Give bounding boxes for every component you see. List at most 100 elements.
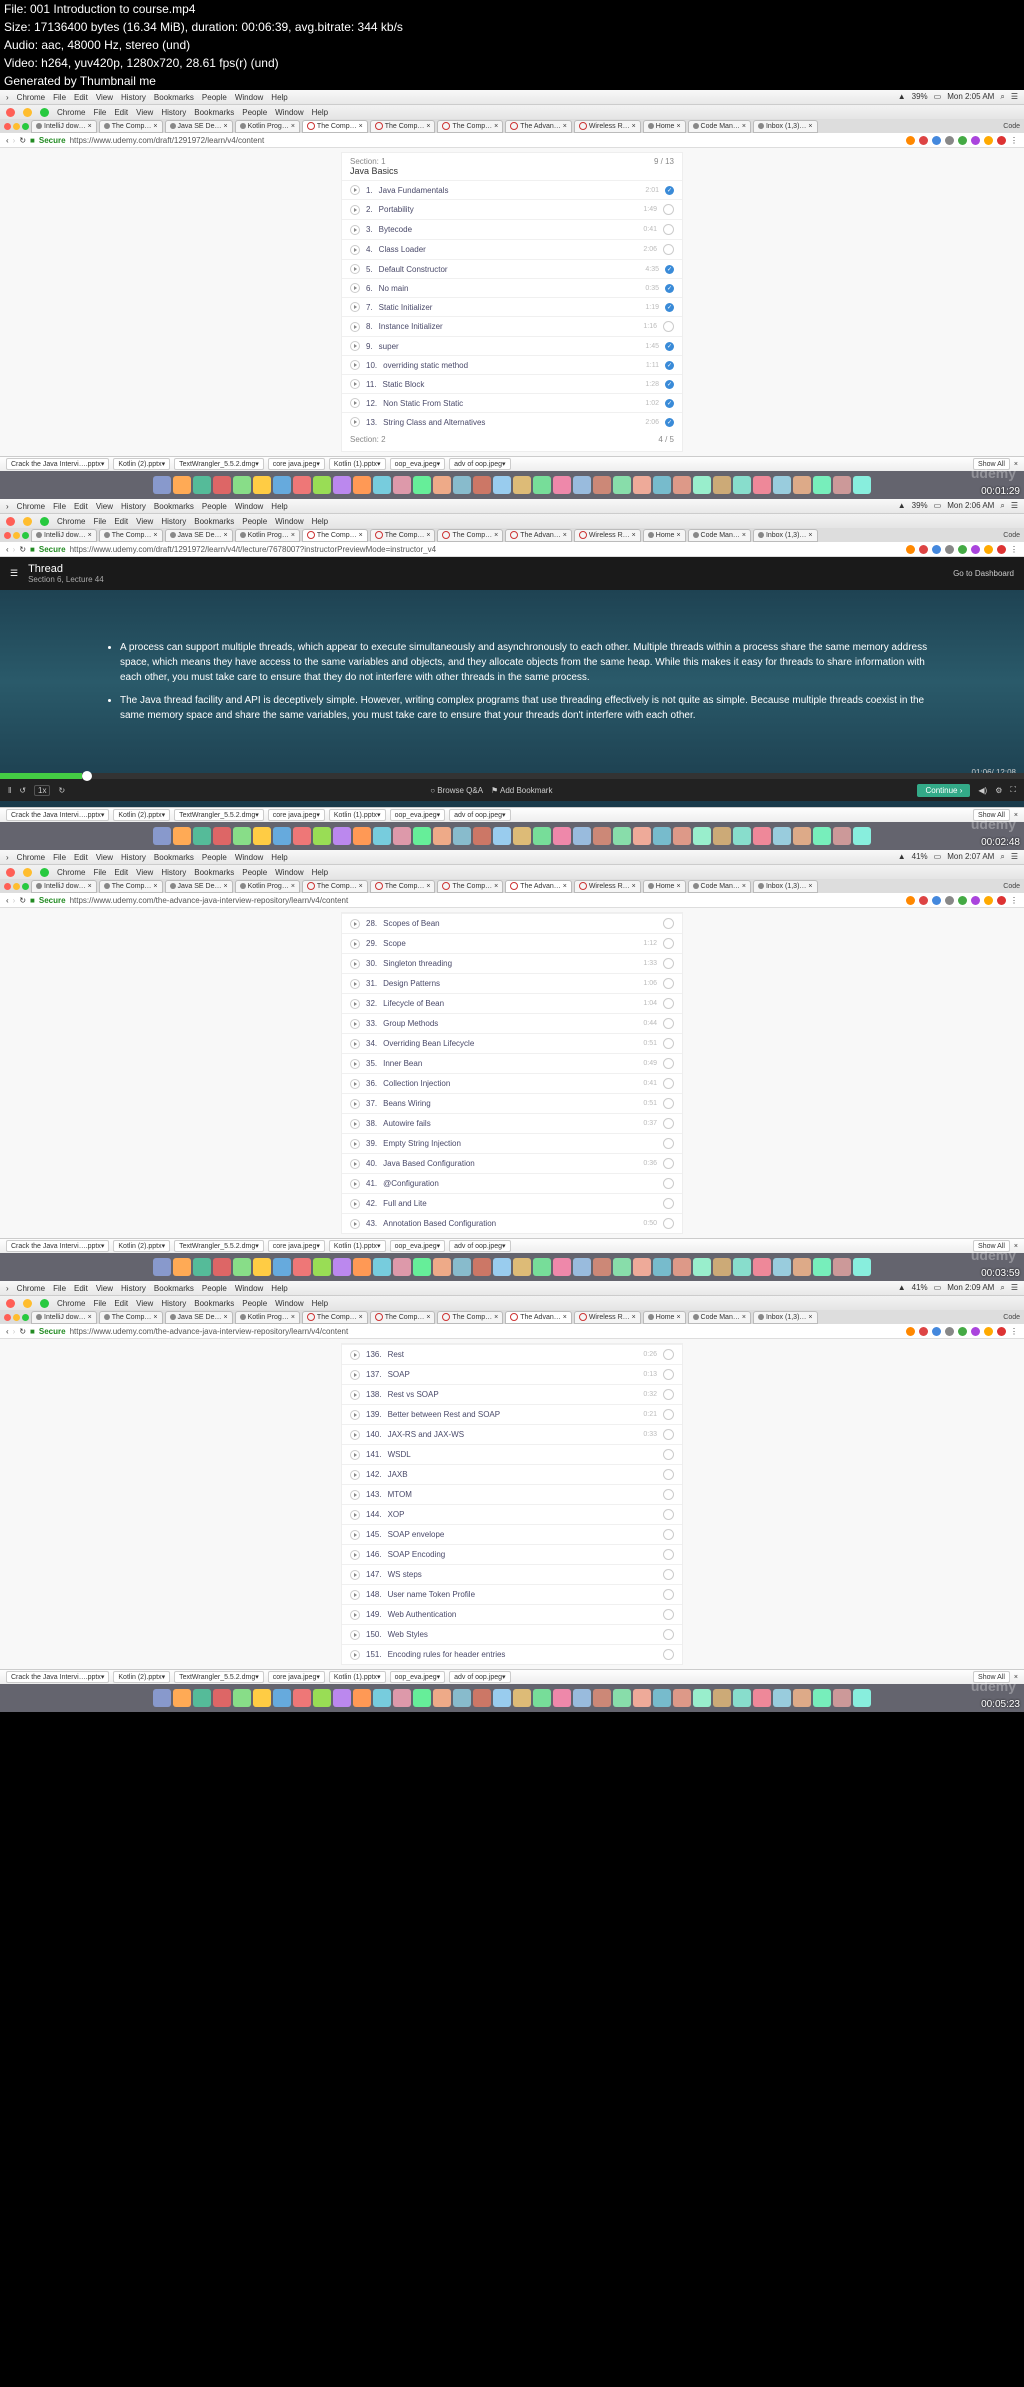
lesson-item[interactable]: 5.Default Constructor4:35✓ [342,259,682,278]
dock-app-icon[interactable] [713,476,731,494]
tab-close-icon[interactable]: × [632,883,636,890]
dock-app-icon[interactable] [353,1689,371,1707]
chevron-down-icon[interactable]: ▾ [377,811,381,819]
dock-app-icon[interactable] [173,476,191,494]
lesson-item[interactable]: 30.Singleton threading1:33 [342,953,682,973]
dock-app-icon[interactable] [853,476,871,494]
tab-close-icon[interactable]: × [426,123,430,130]
play-icon[interactable] [350,1590,360,1600]
mac-menu-item[interactable]: Edit [74,93,88,102]
dock-app-icon[interactable] [633,476,651,494]
mac-menu-item[interactable]: People [202,502,227,511]
browser-tab[interactable]: Inbox (1,3)…× [753,529,818,542]
wifi-icon[interactable]: ▲ [898,852,906,862]
mac-menu-item[interactable]: View [96,502,113,511]
dock-app-icon[interactable] [393,476,411,494]
chrome-menu-item[interactable]: File [93,1299,106,1308]
mac-menu-item[interactable]: File [53,93,66,102]
dock-app-icon[interactable] [753,476,771,494]
mac-menu-item[interactable]: Window [235,502,263,511]
play-icon[interactable] [350,225,360,235]
lesson-item[interactable]: 151.Encoding rules for header entries [342,1644,682,1664]
tab-close-icon[interactable]: × [494,883,498,890]
maximize-button[interactable] [40,108,49,117]
chrome-menu-item[interactable]: Bookmarks [194,868,234,877]
extension-icon[interactable] [958,545,967,554]
download-item[interactable]: TextWrangler_5.5.2.dmg ▾ [174,458,264,470]
play-icon[interactable] [350,1199,360,1209]
mac-menu-item[interactable]: History [121,1284,146,1293]
window-max[interactable] [22,1314,29,1321]
dock-app-icon[interactable] [693,827,711,845]
chrome-menu-item[interactable]: Window [275,108,303,117]
extension-icon[interactable] [919,136,928,145]
wifi-icon[interactable]: ▲ [898,501,906,511]
tab-close-icon[interactable]: × [223,123,227,130]
back-button[interactable]: ‹ [6,545,9,554]
dock-app-icon[interactable] [413,827,431,845]
chevron-down-icon[interactable]: ▾ [162,460,166,468]
browser-tab[interactable]: Java SE De…× [165,529,233,542]
download-item[interactable]: TextWrangler_5.5.2.dmg ▾ [174,809,264,821]
dock-app-icon[interactable] [613,476,631,494]
lesson-item[interactable]: 31.Design Patterns1:06 [342,973,682,993]
dock-app-icon[interactable] [653,827,671,845]
lesson-item[interactable]: 42.Full and Lite [342,1193,682,1213]
tab-close-icon[interactable]: × [88,532,92,539]
chevron-down-icon[interactable]: ▾ [316,1242,320,1250]
chrome-menu-item[interactable]: Window [275,868,303,877]
tab-close-icon[interactable]: × [153,123,157,130]
browser-tab[interactable]: Java SE De…× [165,120,233,133]
back-button[interactable]: ‹ [6,1327,9,1336]
browser-tab[interactable]: The Comp…× [99,120,163,133]
dock-app-icon[interactable] [313,827,331,845]
extension-icon[interactable] [971,1327,980,1336]
lesson-item[interactable]: 138.Rest vs SOAP0:32 [342,1384,682,1404]
window-min[interactable] [13,1314,20,1321]
chrome-menu-item[interactable]: Help [312,868,328,877]
mac-menu-item[interactable]: Bookmarks [154,1284,194,1293]
chrome-menu-item[interactable]: Bookmarks [194,108,234,117]
dock-app-icon[interactable] [273,827,291,845]
dock-app-icon[interactable] [153,476,171,494]
lesson-item[interactable]: 142.JAXB [342,1464,682,1484]
lesson-item[interactable]: 150.Web Styles [342,1624,682,1644]
play-icon[interactable] [350,341,360,351]
browser-tab[interactable]: Wireless R…× [574,880,641,893]
dock-app-icon[interactable] [353,827,371,845]
download-item[interactable]: oop_eva.jpeg ▾ [390,809,446,821]
dock-app-icon[interactable] [393,827,411,845]
mac-menu-item[interactable]: Help [271,1284,287,1293]
chevron-down-icon[interactable]: ▾ [437,460,441,468]
mac-menu-item[interactable]: Chrome [17,93,45,102]
browser-tab[interactable]: The Advan…× [505,880,572,893]
apple-icon[interactable]: › [6,93,9,102]
browser-tab[interactable]: The Comp…× [437,1311,503,1324]
dock-app-icon[interactable] [593,476,611,494]
extension-icon[interactable] [971,545,980,554]
download-item[interactable]: Kotlin (2).pptx ▾ [113,1240,170,1252]
dock-app-icon[interactable] [733,476,751,494]
play-icon[interactable] [350,1610,360,1620]
minimize-button[interactable] [23,108,32,117]
browser-tab[interactable]: Code Man…× [688,880,751,893]
dock-app-icon[interactable] [853,827,871,845]
play-icon[interactable] [350,1530,360,1540]
lesson-item[interactable]: 40.Java Based Configuration0:36 [342,1153,682,1173]
menu-icon[interactable]: ☰ [1011,92,1018,102]
mac-menu-item[interactable]: People [202,853,227,862]
extension-icon[interactable] [984,1327,993,1336]
lesson-item[interactable]: 146.SOAP Encoding [342,1544,682,1564]
lesson-item[interactable]: 136.Rest0:26 [342,1344,682,1364]
window-close[interactable] [4,883,11,890]
play-icon[interactable] [350,1179,360,1189]
dock-app-icon[interactable] [193,827,211,845]
mac-menu-item[interactable]: Edit [74,502,88,511]
dock-app-icon[interactable] [573,1258,591,1276]
dock-app-icon[interactable] [173,1258,191,1276]
dock-app-icon[interactable] [293,1258,311,1276]
chevron-down-icon[interactable]: ▾ [316,460,320,468]
dock-app-icon[interactable] [513,1689,531,1707]
dock-app-icon[interactable] [573,827,591,845]
chevron-down-icon[interactable]: ▾ [316,1673,320,1681]
